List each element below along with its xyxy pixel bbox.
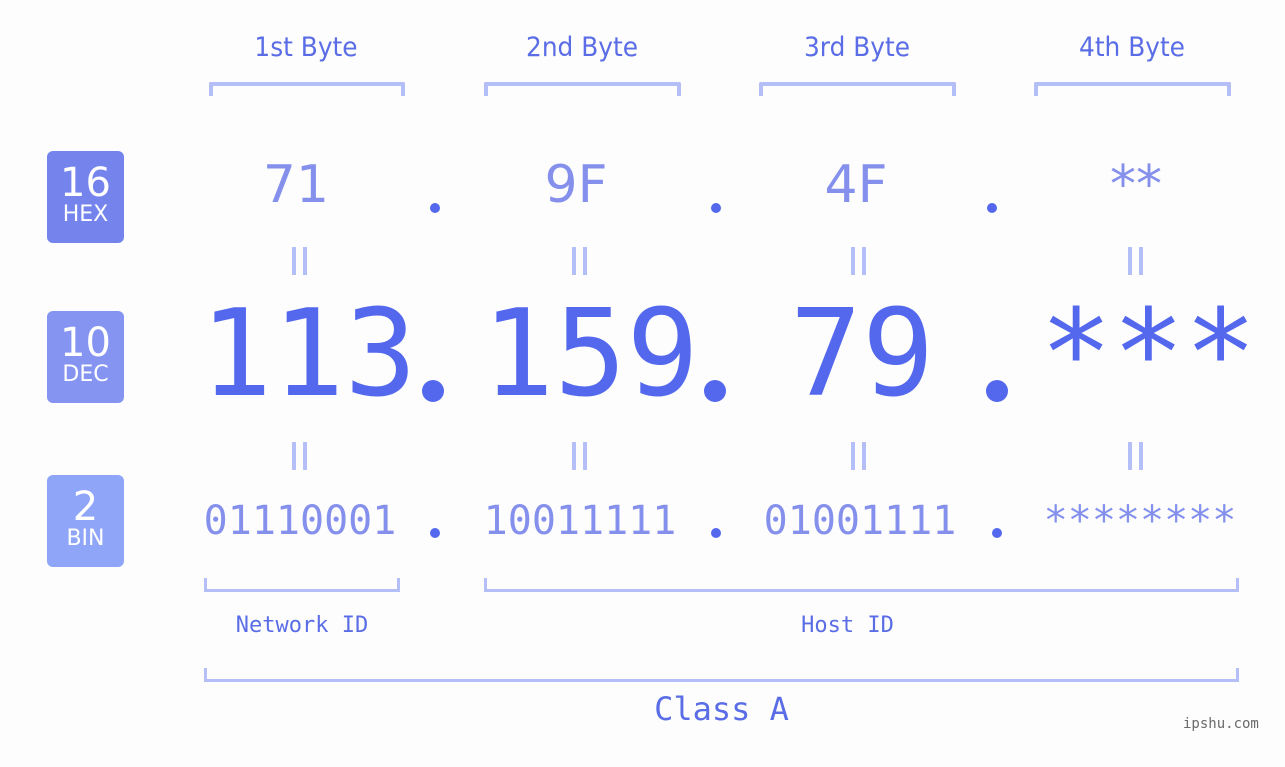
- bin-separator-2: [711, 528, 721, 538]
- bin-byte-2: 10011111: [483, 498, 677, 544]
- dec-byte-1: 113: [200, 285, 417, 424]
- hex-byte-1: 71: [262, 155, 330, 215]
- dec-byte-3: 79: [789, 285, 935, 424]
- dec-separator-3: [986, 380, 1008, 402]
- bin-byte-1: 01110001: [203, 498, 397, 544]
- class-label: Class A: [654, 690, 789, 728]
- bin-badge: 2 BIN: [47, 475, 124, 567]
- hex-byte-4: **: [1110, 155, 1162, 215]
- dec-badge-name: DEC: [62, 362, 109, 387]
- byte-bracket-3: [759, 82, 956, 96]
- bin-badge-number: 2: [72, 484, 99, 530]
- byte-label-2: 2nd Byte: [526, 32, 638, 63]
- byte-bracket-1: [209, 82, 405, 96]
- hex-badge: 16 HEX: [47, 151, 124, 243]
- equals-icon: [851, 442, 866, 470]
- byte-label-4: 4th Byte: [1079, 32, 1185, 63]
- dec-separator-2: [704, 380, 726, 402]
- bin-separator-3: [992, 528, 1002, 538]
- equals-icon: [1128, 442, 1143, 470]
- dec-byte-2: 159: [482, 285, 699, 424]
- bin-separator-1: [430, 528, 440, 538]
- byte-label-1: 1st Byte: [254, 32, 358, 63]
- hex-separator-2: [711, 203, 721, 213]
- equals-icon: [1128, 247, 1143, 275]
- dec-badge-number: 10: [60, 320, 111, 366]
- hex-byte-3: 4F: [824, 155, 888, 215]
- byte-bracket-4: [1034, 82, 1231, 96]
- equals-icon: [292, 247, 307, 275]
- byte-bracket-2: [484, 82, 681, 96]
- network-id-bracket: [204, 578, 400, 592]
- equals-icon: [572, 247, 587, 275]
- bin-byte-3: 01001111: [763, 498, 957, 544]
- hex-separator-1: [430, 203, 440, 213]
- equals-icon: [292, 442, 307, 470]
- network-id-label: Network ID: [235, 613, 369, 638]
- hex-separator-3: [987, 203, 997, 213]
- hex-byte-2: 9F: [544, 155, 608, 215]
- byte-label-3: 3rd Byte: [803, 32, 911, 63]
- watermark: ipshu.com: [1183, 716, 1259, 732]
- bin-badge-name: BIN: [66, 526, 105, 551]
- equals-icon: [572, 442, 587, 470]
- dec-byte-4: ***: [1040, 285, 1257, 424]
- host-id-bracket: [484, 578, 1239, 592]
- hex-badge-name: HEX: [62, 202, 109, 227]
- dec-separator-1: [422, 380, 444, 402]
- class-bracket: [204, 668, 1239, 682]
- bin-byte-4: ********: [1043, 498, 1237, 544]
- dec-badge: 10 DEC: [47, 311, 124, 403]
- hex-badge-number: 16: [60, 160, 111, 206]
- equals-icon: [851, 247, 866, 275]
- host-id-label: Host ID: [801, 613, 894, 638]
